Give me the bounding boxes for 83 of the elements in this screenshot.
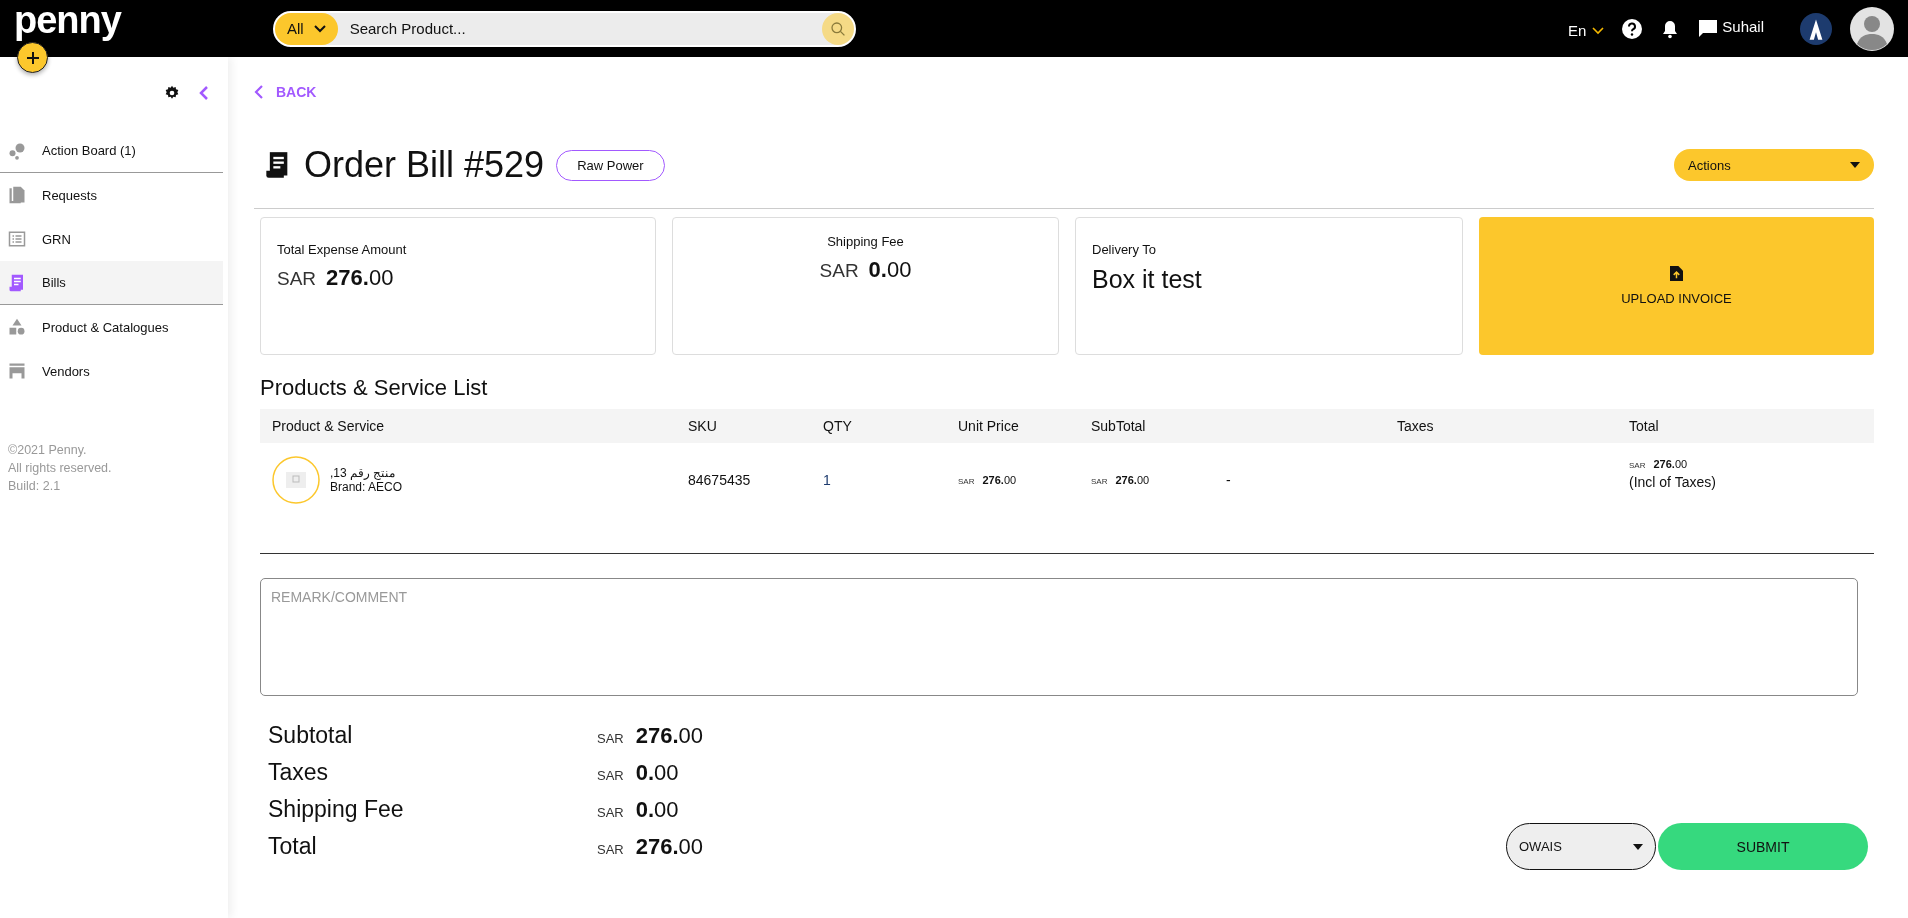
- card-label: Total Expense Amount: [277, 242, 408, 257]
- summary-currency: SAR: [597, 805, 624, 820]
- user-name: Suhail: [1722, 17, 1764, 35]
- card-value: Box it test: [1092, 265, 1203, 294]
- summary-amount: 0.00: [635, 797, 679, 823]
- sidebar-item[interactable]: Vendors: [0, 349, 223, 393]
- file-upload-icon: [1670, 266, 1683, 281]
- sidebar-item[interactable]: GRN: [0, 217, 223, 261]
- summary-amount: 276.00: [635, 723, 704, 749]
- sku-cell-text: 84675435: [687, 472, 752, 488]
- caret-icon: [1633, 843, 1643, 850]
- column-header: QTY: [822, 418, 853, 434]
- card-label: Shipping Fee: [826, 234, 905, 249]
- card-currency: SAR: [819, 260, 859, 282]
- card-currency: SAR: [277, 268, 317, 290]
- total-note: (Incl of Taxes): [1629, 474, 1717, 490]
- summary-currency: SAR: [597, 842, 624, 857]
- summary-amount: 276.00: [635, 834, 704, 860]
- summary-amount: 0.00: [635, 760, 679, 786]
- qty-cell-text: 1: [822, 472, 832, 488]
- product-thumbnail-icon: [272, 456, 320, 504]
- remark-field[interactable]: REMARK/COMMENT: [260, 578, 1858, 696]
- search-bar[interactable]: All Search Product...: [273, 10, 856, 47]
- summary-currency: SAR: [597, 768, 624, 783]
- receipt-icon: [8, 273, 26, 292]
- footer-text: ©2021 Penny.: [8, 442, 88, 459]
- summary-currency: SAR: [597, 731, 624, 746]
- card-label: Delivery To: [1092, 242, 1158, 257]
- chevron-left-icon: [254, 84, 264, 100]
- upload-invoice-button[interactable]: UPLOAD INVOICE: [1479, 217, 1874, 355]
- summary-label: Taxes: [268, 759, 330, 786]
- unit-price-amount: 276.00: [982, 474, 1017, 486]
- section-title: Products & Service List: [260, 375, 489, 401]
- sidebar-item[interactable]: Action Board (1): [0, 129, 223, 173]
- total-amount: 276.00: [1653, 458, 1688, 470]
- summary-label: Shipping Fee: [268, 796, 405, 823]
- column-header: Unit Price: [957, 418, 1020, 434]
- product-name: منتج رقم 13,: [330, 466, 397, 480]
- search-icon: [830, 20, 846, 37]
- page-title: Order Bill #529: [304, 144, 545, 186]
- scope-dropdown[interactable]: All: [275, 12, 338, 45]
- approver-dropdown[interactable]: OWAIS: [1506, 823, 1656, 870]
- table-cell-text: -: [1225, 472, 1232, 488]
- chevron-down-icon: [1592, 26, 1605, 35]
- card-amount: 0.00: [868, 257, 912, 283]
- submit-button[interactable]: SUBMIT: [1658, 823, 1868, 870]
- footer-text: All rights reserved.: [8, 460, 113, 477]
- summary-label: Subtotal: [268, 722, 354, 749]
- logo: penny: [14, 0, 123, 42]
- sidebar-item[interactable]: Product & Catalogues: [0, 305, 223, 349]
- subtotal-currency: SAR: [1091, 477, 1108, 486]
- list-icon: [8, 230, 26, 248]
- summary-label: Total: [268, 833, 318, 860]
- plus-icon: [24, 49, 41, 66]
- column-header: SKU: [687, 418, 718, 434]
- dots-icon: [8, 141, 26, 160]
- column-header: Product & Service: [271, 418, 386, 434]
- document-icon: [8, 186, 26, 204]
- help-icon: [1622, 18, 1643, 39]
- settings-icon: [164, 85, 180, 101]
- product-brand: Brand: AECO: [330, 480, 403, 494]
- avatar-icon: [1850, 6, 1894, 51]
- column-header: SubTotal: [1090, 418, 1147, 434]
- company-logo-icon: [1800, 12, 1832, 45]
- total-currency: SAR: [1629, 461, 1646, 470]
- store-icon: [8, 362, 26, 380]
- chat-icon: [1698, 18, 1719, 39]
- chat-button[interactable]: Suhail: [1698, 18, 1764, 39]
- footer-text: Build: 2.1: [8, 478, 62, 495]
- card-amount: 276.00: [326, 265, 394, 291]
- sidebar-item[interactable]: Requests: [0, 173, 223, 217]
- search-button[interactable]: [822, 12, 854, 45]
- chevron-down-icon: [313, 24, 326, 33]
- back-link[interactable]: BACK: [254, 84, 317, 100]
- column-header: Total: [1628, 418, 1660, 434]
- language-selector[interactable]: En: [1567, 22, 1605, 39]
- caret-icon: [1850, 162, 1860, 168]
- column-header: Taxes: [1396, 418, 1435, 434]
- unit-price-currency: SAR: [958, 477, 975, 486]
- subtotal-amount: 276.00: [1115, 474, 1150, 486]
- actions-dropdown[interactable]: Actions: [1674, 149, 1874, 181]
- shapes-icon: [8, 318, 26, 336]
- sidebar-item[interactable]: Bills: [0, 261, 223, 305]
